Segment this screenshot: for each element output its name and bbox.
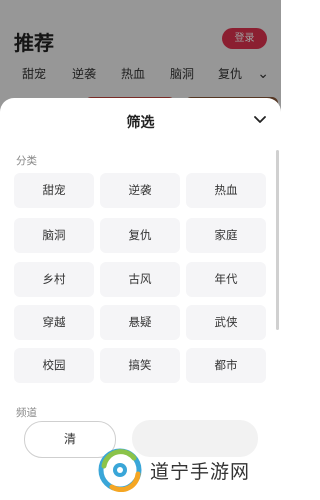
filter-chip[interactable]: 穿越 — [14, 305, 94, 340]
chevron-down-icon[interactable] — [253, 113, 267, 127]
section-label-category: 分类 — [16, 155, 37, 167]
sheet-title: 筛选 — [126, 115, 155, 131]
filter-chip[interactable]: 武侠 — [186, 305, 266, 340]
confirm-button[interactable] — [132, 420, 258, 457]
filter-chip[interactable]: 年代 — [186, 262, 266, 297]
scrollbar[interactable] — [276, 150, 279, 330]
filter-chip[interactable]: 甜宠 — [14, 173, 94, 208]
filter-chip[interactable]: 热血 — [186, 173, 266, 208]
watermark-logo — [98, 448, 142, 492]
filter-chip[interactable]: 逆袭 — [100, 173, 180, 208]
filter-chip[interactable]: 乡村 — [14, 262, 94, 297]
filter-chip[interactable]: 校园 — [14, 348, 94, 383]
filter-chip[interactable]: 复仇 — [100, 218, 180, 253]
filter-chip[interactable]: 脑洞 — [14, 218, 94, 253]
filter-chip[interactable]: 搞笑 — [100, 348, 180, 383]
watermark-text: 道宁手游网 — [150, 461, 251, 483]
filter-chip[interactable]: 家庭 — [186, 218, 266, 253]
filter-chip[interactable]: 古风 — [100, 262, 180, 297]
filter-chip[interactable]: 都市 — [186, 348, 266, 383]
filter-chip[interactable]: 悬疑 — [100, 305, 180, 340]
